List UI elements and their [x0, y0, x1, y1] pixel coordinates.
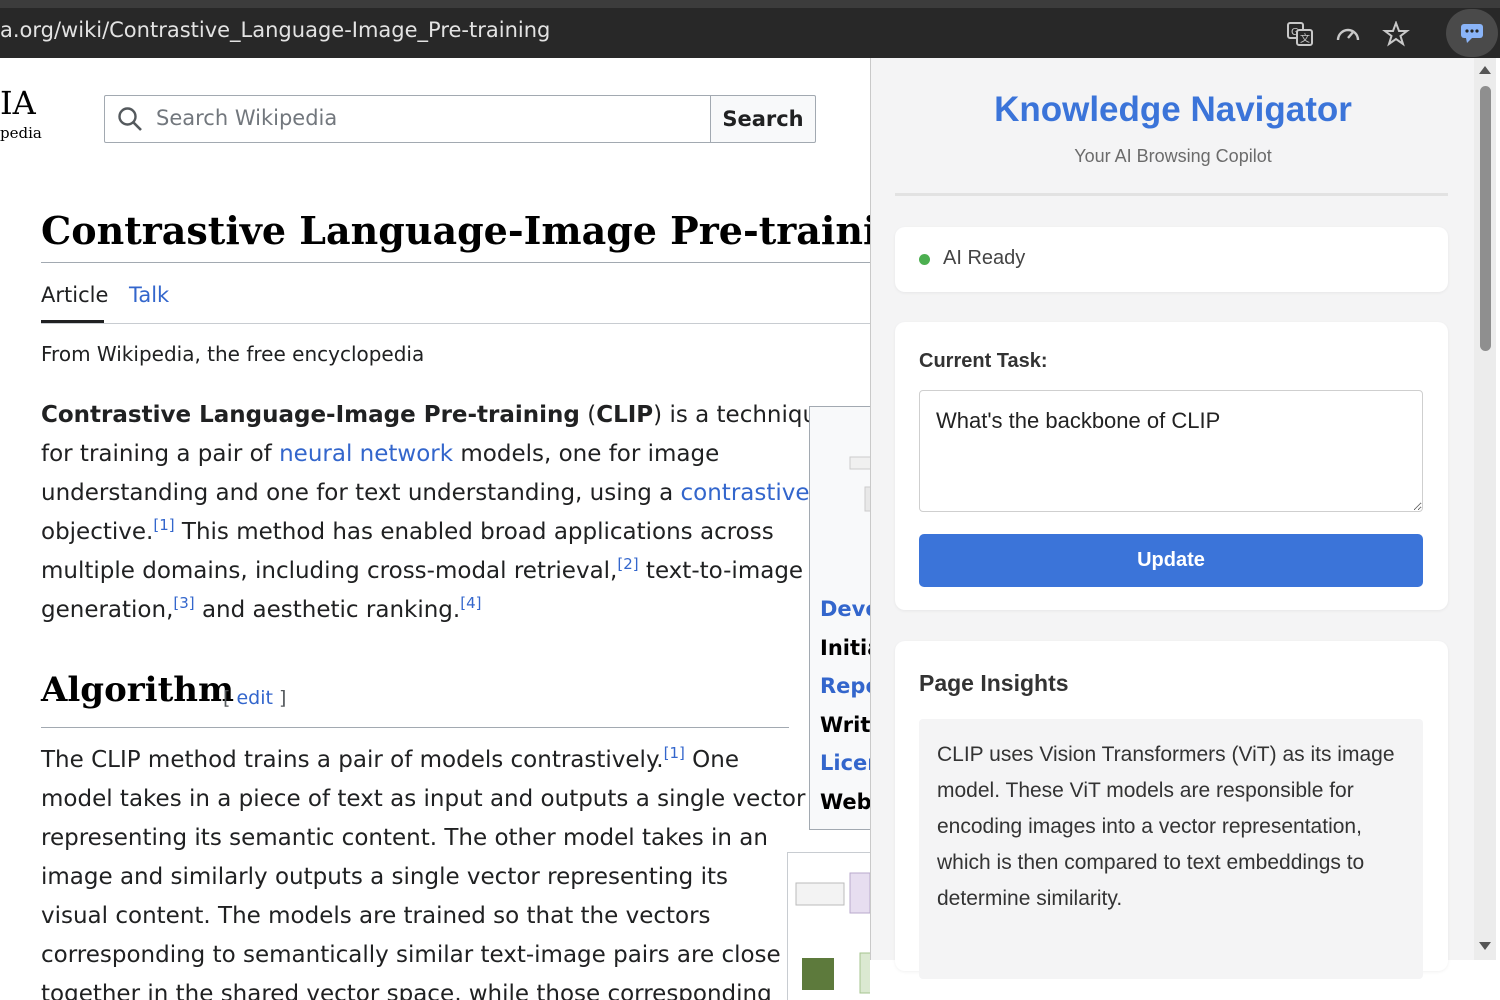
search-placeholder: Search Wikipedia [156, 106, 338, 130]
extension-subtitle: Your AI Browsing Copilot [1074, 146, 1272, 166]
intro-text: and aesthetic ranking. [194, 597, 461, 623]
search-input[interactable]: Search Wikipedia [104, 95, 712, 143]
intro-text: This method has enabled broad applicatio… [174, 519, 774, 545]
algorithm-line: image and similarly outputs a single vec… [41, 864, 728, 890]
browser-tabstrip [0, 0, 1500, 8]
intro-paragraph: Contrastive Language-Image Pre-training … [41, 396, 831, 630]
infobox-row[interactable]: Repo [820, 674, 870, 698]
infobox-row: Webs [820, 790, 870, 814]
extension-title: Knowledge Navigator [994, 90, 1352, 129]
extension-side-panel: Knowledge Navigator Your AI Browsing Cop… [870, 58, 1474, 979]
scrollbar-thumb[interactable] [1480, 86, 1491, 351]
intro-text: for training a pair of [41, 441, 280, 467]
status-indicator-icon [919, 254, 930, 265]
citation-link[interactable]: [1] [153, 516, 174, 534]
task-label: Current Task: [919, 350, 1048, 372]
title-divider [41, 262, 870, 263]
intro-text: text-to-image [638, 558, 804, 584]
infobox-row: Writt [820, 713, 870, 737]
algorithm-text: One [684, 747, 739, 773]
bookmark-star-icon[interactable] [1382, 21, 1410, 47]
link-neural-network[interactable]: neural network [279, 441, 453, 467]
infobox-row[interactable]: Deve [820, 597, 870, 621]
insights-label: Page Insights [919, 670, 1069, 696]
extension-chat-icon [1461, 24, 1483, 43]
infobox-row[interactable]: Licer [820, 751, 870, 775]
insight-line: CLIP uses Vision Transformers (ViT) as i… [937, 743, 1395, 766]
search-button[interactable]: Search [710, 95, 816, 143]
intro-text: generation, [41, 597, 174, 623]
algorithm-figure-thumbnail[interactable] [787, 852, 870, 1000]
insight-line: which is then compared to text embedding… [937, 851, 1365, 874]
wikipedia-page: IA pedia Search Wikipedia Search Contras… [0, 58, 870, 1000]
performance-icon[interactable] [1334, 21, 1362, 47]
tab-article[interactable]: Article [41, 283, 108, 307]
task-card: Current Task: What's the backbone of CLI… [895, 322, 1448, 610]
infobox-diagram-image[interactable] [820, 417, 870, 592]
bold-term: Contrastive Language-Image Pre-training [41, 402, 580, 428]
insight-line: determine similarity. [937, 887, 1123, 910]
header-divider [895, 193, 1448, 196]
algorithm-text: The CLIP method trains a pair of models … [41, 747, 664, 773]
citation-link[interactable]: [1] [664, 744, 685, 762]
tabs-divider [41, 323, 870, 324]
algorithm-line: model takes in a piece of text as input … [41, 786, 806, 812]
intro-text: ) is a technique [653, 402, 832, 428]
extension-button[interactable] [1446, 9, 1498, 57]
page-edge [1496, 58, 1500, 1000]
section-heading: Algorithm [41, 670, 234, 710]
citation-link[interactable]: [3] [173, 594, 194, 612]
status-text: AI Ready [943, 247, 1026, 269]
section-divider [41, 727, 789, 728]
insight-line: model. These ViT models are responsible … [937, 779, 1354, 802]
page-tagline: From Wikipedia, the free encyclopedia [41, 342, 425, 366]
figure-diagram-image [795, 872, 870, 994]
edit-link[interactable]: edit [236, 687, 272, 709]
wikipedia-wordmark[interactable]: pedia [0, 124, 42, 142]
algorithm-paragraph: The CLIP method trains a pair of models … [41, 741, 806, 1000]
tab-talk[interactable]: Talk [129, 283, 169, 307]
intro-text: objective. [41, 519, 154, 545]
update-button[interactable]: Update [919, 534, 1423, 587]
intro-text: understanding and one for text understan… [41, 480, 681, 506]
wikipedia-logo[interactable]: IA [0, 84, 36, 122]
url-text[interactable]: a.org/wiki/Contrastive_Language-Image_Pr… [0, 18, 550, 42]
address-bar[interactable]: a.org/wiki/Contrastive_Language-Image_Pr… [0, 8, 1500, 58]
citation-link[interactable]: [4] [460, 594, 481, 612]
algorithm-line: visual content. The models are trained s… [41, 903, 711, 929]
algorithm-line: together in the shared vector space, whi… [41, 981, 772, 1000]
svg-text:文: 文 [1300, 32, 1310, 45]
page-title: Contrastive Language-Image Pre-training [41, 208, 870, 253]
panel-scrollbar[interactable] [1474, 58, 1496, 960]
insights-card: Page Insights CLIP uses Vision Transform… [895, 641, 1448, 979]
intro-text: models, one for image [453, 441, 720, 467]
edit-bracket: [ [223, 687, 237, 709]
link-contrastive[interactable]: contrastive [681, 480, 810, 506]
status-card: AI Ready [895, 227, 1448, 292]
edit-bracket: ] [272, 687, 287, 709]
section-edit: [ edit ] [223, 687, 286, 709]
abbr-term: CLIP [596, 402, 654, 428]
insight-line: encoding images into a vector representa… [937, 815, 1362, 838]
svg-text:G: G [1291, 27, 1299, 38]
task-input[interactable]: What's the backbone of CLIP [919, 390, 1423, 512]
infobox-row: Initia [820, 636, 870, 660]
algorithm-line: representing its semantic content. The o… [41, 825, 768, 851]
scroll-down-icon[interactable] [1479, 942, 1491, 950]
algorithm-line: corresponding to semantically similar te… [41, 942, 781, 968]
insights-content: CLIP uses Vision Transformers (ViT) as i… [919, 719, 1423, 979]
intro-text: multiple domains, including cross-modal … [41, 558, 618, 584]
scroll-up-icon[interactable] [1479, 66, 1491, 74]
citation-link[interactable]: [2] [617, 555, 638, 573]
translate-icon[interactable]: G 文 [1286, 21, 1314, 47]
intro-text: ( [579, 402, 597, 428]
search-icon [118, 107, 142, 131]
infobox: Deve Initia Repo Writt Licer Webs [809, 406, 870, 830]
